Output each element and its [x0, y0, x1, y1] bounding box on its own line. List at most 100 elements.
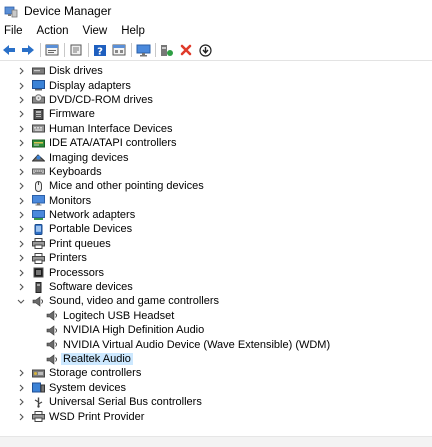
tree-item-label: Imaging devices: [49, 151, 129, 164]
software-device-icon: [32, 281, 45, 293]
scan-hardware-icon[interactable]: [159, 42, 175, 58]
usb-icon: [32, 397, 45, 408]
chevron-right-icon[interactable]: [16, 224, 26, 234]
speaker-icon: [46, 353, 59, 365]
tree-category-item[interactable]: Print queues: [0, 237, 432, 251]
tree-category-item[interactable]: Human Interface Devices: [0, 122, 432, 136]
download-icon[interactable]: [197, 42, 213, 58]
tree-category-item[interactable]: Sound, video and game controllers: [0, 294, 432, 308]
toolbar-separator: [40, 43, 41, 57]
storage-controller-icon: [32, 368, 45, 379]
tree-category-item[interactable]: Disk drives: [0, 64, 432, 78]
system-device-icon: [32, 382, 45, 393]
tree-item-label: Disk drives: [49, 65, 103, 78]
tree-item-label: Portable Devices: [49, 223, 133, 236]
tree-device-item[interactable]: Realtek Audio: [0, 352, 432, 366]
speaker-icon: [32, 296, 45, 307]
chevron-right-icon[interactable]: [16, 368, 26, 378]
toolbar-separator: [88, 43, 89, 57]
speaker-icon: [46, 325, 59, 336]
chevron-right-icon[interactable]: [16, 153, 26, 163]
tree-item-label: System devices: [49, 381, 127, 394]
toolbar: ?: [0, 40, 432, 61]
tree-device-item[interactable]: NVIDIA Virtual Audio Device (Wave Extens…: [0, 337, 432, 351]
chevron-right-icon[interactable]: [16, 268, 26, 278]
display-adapter-icon: [32, 80, 45, 91]
tree-category-item[interactable]: Printers: [0, 251, 432, 265]
chevron-right-icon[interactable]: [16, 282, 26, 292]
portable-device-icon: [32, 223, 45, 235]
chevron-right-icon[interactable]: [16, 210, 26, 220]
help-icon[interactable]: ?: [92, 42, 108, 58]
properties-icon[interactable]: [44, 42, 60, 58]
tree-category-item[interactable]: Storage controllers: [0, 366, 432, 380]
tree-category-item[interactable]: Portable Devices: [0, 222, 432, 236]
tree-item-label: Software devices: [49, 281, 133, 294]
keyboard-icon: [32, 166, 45, 177]
chevron-right-icon[interactable]: [16, 412, 26, 422]
tree-device-item[interactable]: Logitech USB Headset: [0, 309, 432, 323]
tree-category-item[interactable]: Mice and other pointing devices: [0, 179, 432, 193]
tree-item-label: Keyboards: [49, 165, 102, 178]
toolbar-separator: [155, 43, 156, 57]
printer-icon: [32, 411, 45, 423]
window-title: Device Manager: [24, 4, 112, 18]
tree-item-label: Monitors: [49, 194, 92, 207]
tree-category-item[interactable]: Universal Serial Bus controllers: [0, 395, 432, 409]
tree-category-item[interactable]: Imaging devices: [0, 150, 432, 164]
menu-action[interactable]: Action: [37, 25, 69, 37]
firmware-icon: [32, 108, 45, 120]
svg-text:?: ?: [97, 46, 103, 57]
device-tree: Disk drives Display adapters DVD/CD-ROM dr…: [0, 64, 432, 424]
speaker-icon: [46, 310, 59, 321]
tree-category-item[interactable]: WSD Print Provider: [0, 409, 432, 423]
tree-category-item[interactable]: DVD/CD-ROM drives: [0, 93, 432, 107]
tree-category-item[interactable]: Processors: [0, 265, 432, 279]
tree-category-item[interactable]: Keyboards: [0, 165, 432, 179]
tree-item-label: IDE ATA/ATAPI controllers: [49, 137, 177, 150]
monitor-icon[interactable]: [135, 42, 151, 58]
tree-item-label: Network adapters: [49, 209, 136, 222]
chevron-right-icon[interactable]: [16, 167, 26, 177]
tree-category-item[interactable]: Firmware: [0, 107, 432, 121]
chevron-right-icon[interactable]: [16, 196, 26, 206]
tree-category-item[interactable]: Software devices: [0, 280, 432, 294]
disk-drive-icon: [32, 66, 45, 77]
chevron-right-icon[interactable]: [16, 181, 26, 191]
chevron-right-icon[interactable]: [16, 138, 26, 148]
update-driver-icon[interactable]: [68, 42, 84, 58]
chevron-right-icon[interactable]: [16, 124, 26, 134]
chevron-right-icon[interactable]: [16, 81, 26, 91]
tree-device-item[interactable]: NVIDIA High Definition Audio: [0, 323, 432, 337]
chevron-right-icon[interactable]: [16, 397, 26, 407]
chevron-down-icon[interactable]: [16, 296, 26, 306]
tree-category-item[interactable]: Display adapters: [0, 78, 432, 92]
monitor-icon: [32, 195, 45, 206]
tree-category-item[interactable]: IDE ATA/ATAPI controllers: [0, 136, 432, 150]
chevron-right-icon[interactable]: [16, 109, 26, 119]
tree-category-item[interactable]: Network adapters: [0, 208, 432, 222]
toolbar-separator: [131, 43, 132, 57]
toolbar-separator: [64, 43, 65, 57]
tree-category-item[interactable]: System devices: [0, 381, 432, 395]
chevron-right-icon[interactable]: [16, 239, 26, 249]
tree-category-item[interactable]: Monitors: [0, 194, 432, 208]
chevron-right-icon[interactable]: [16, 253, 26, 263]
menu-help[interactable]: Help: [121, 25, 145, 37]
status-bar: [0, 436, 432, 447]
tree-item-label: NVIDIA Virtual Audio Device (Wave Extens…: [63, 338, 331, 351]
menu-file[interactable]: File: [4, 25, 23, 37]
tree-item-label: Human Interface Devices: [49, 122, 173, 135]
chevron-right-icon[interactable]: [16, 66, 26, 76]
chevron-right-icon[interactable]: [16, 95, 26, 105]
menu-view[interactable]: View: [83, 25, 108, 37]
tree-item-label: Logitech USB Headset: [63, 309, 175, 322]
chevron-right-icon[interactable]: [16, 383, 26, 393]
tree-item-label: WSD Print Provider: [49, 410, 145, 423]
forward-arrow-icon[interactable]: [20, 42, 36, 58]
uninstall-x-icon[interactable]: [178, 42, 194, 58]
back-arrow-icon[interactable]: [1, 42, 17, 58]
view-list-icon[interactable]: [111, 42, 127, 58]
tree-item-label: Realtek Audio: [61, 353, 133, 365]
processor-icon: [32, 267, 45, 278]
